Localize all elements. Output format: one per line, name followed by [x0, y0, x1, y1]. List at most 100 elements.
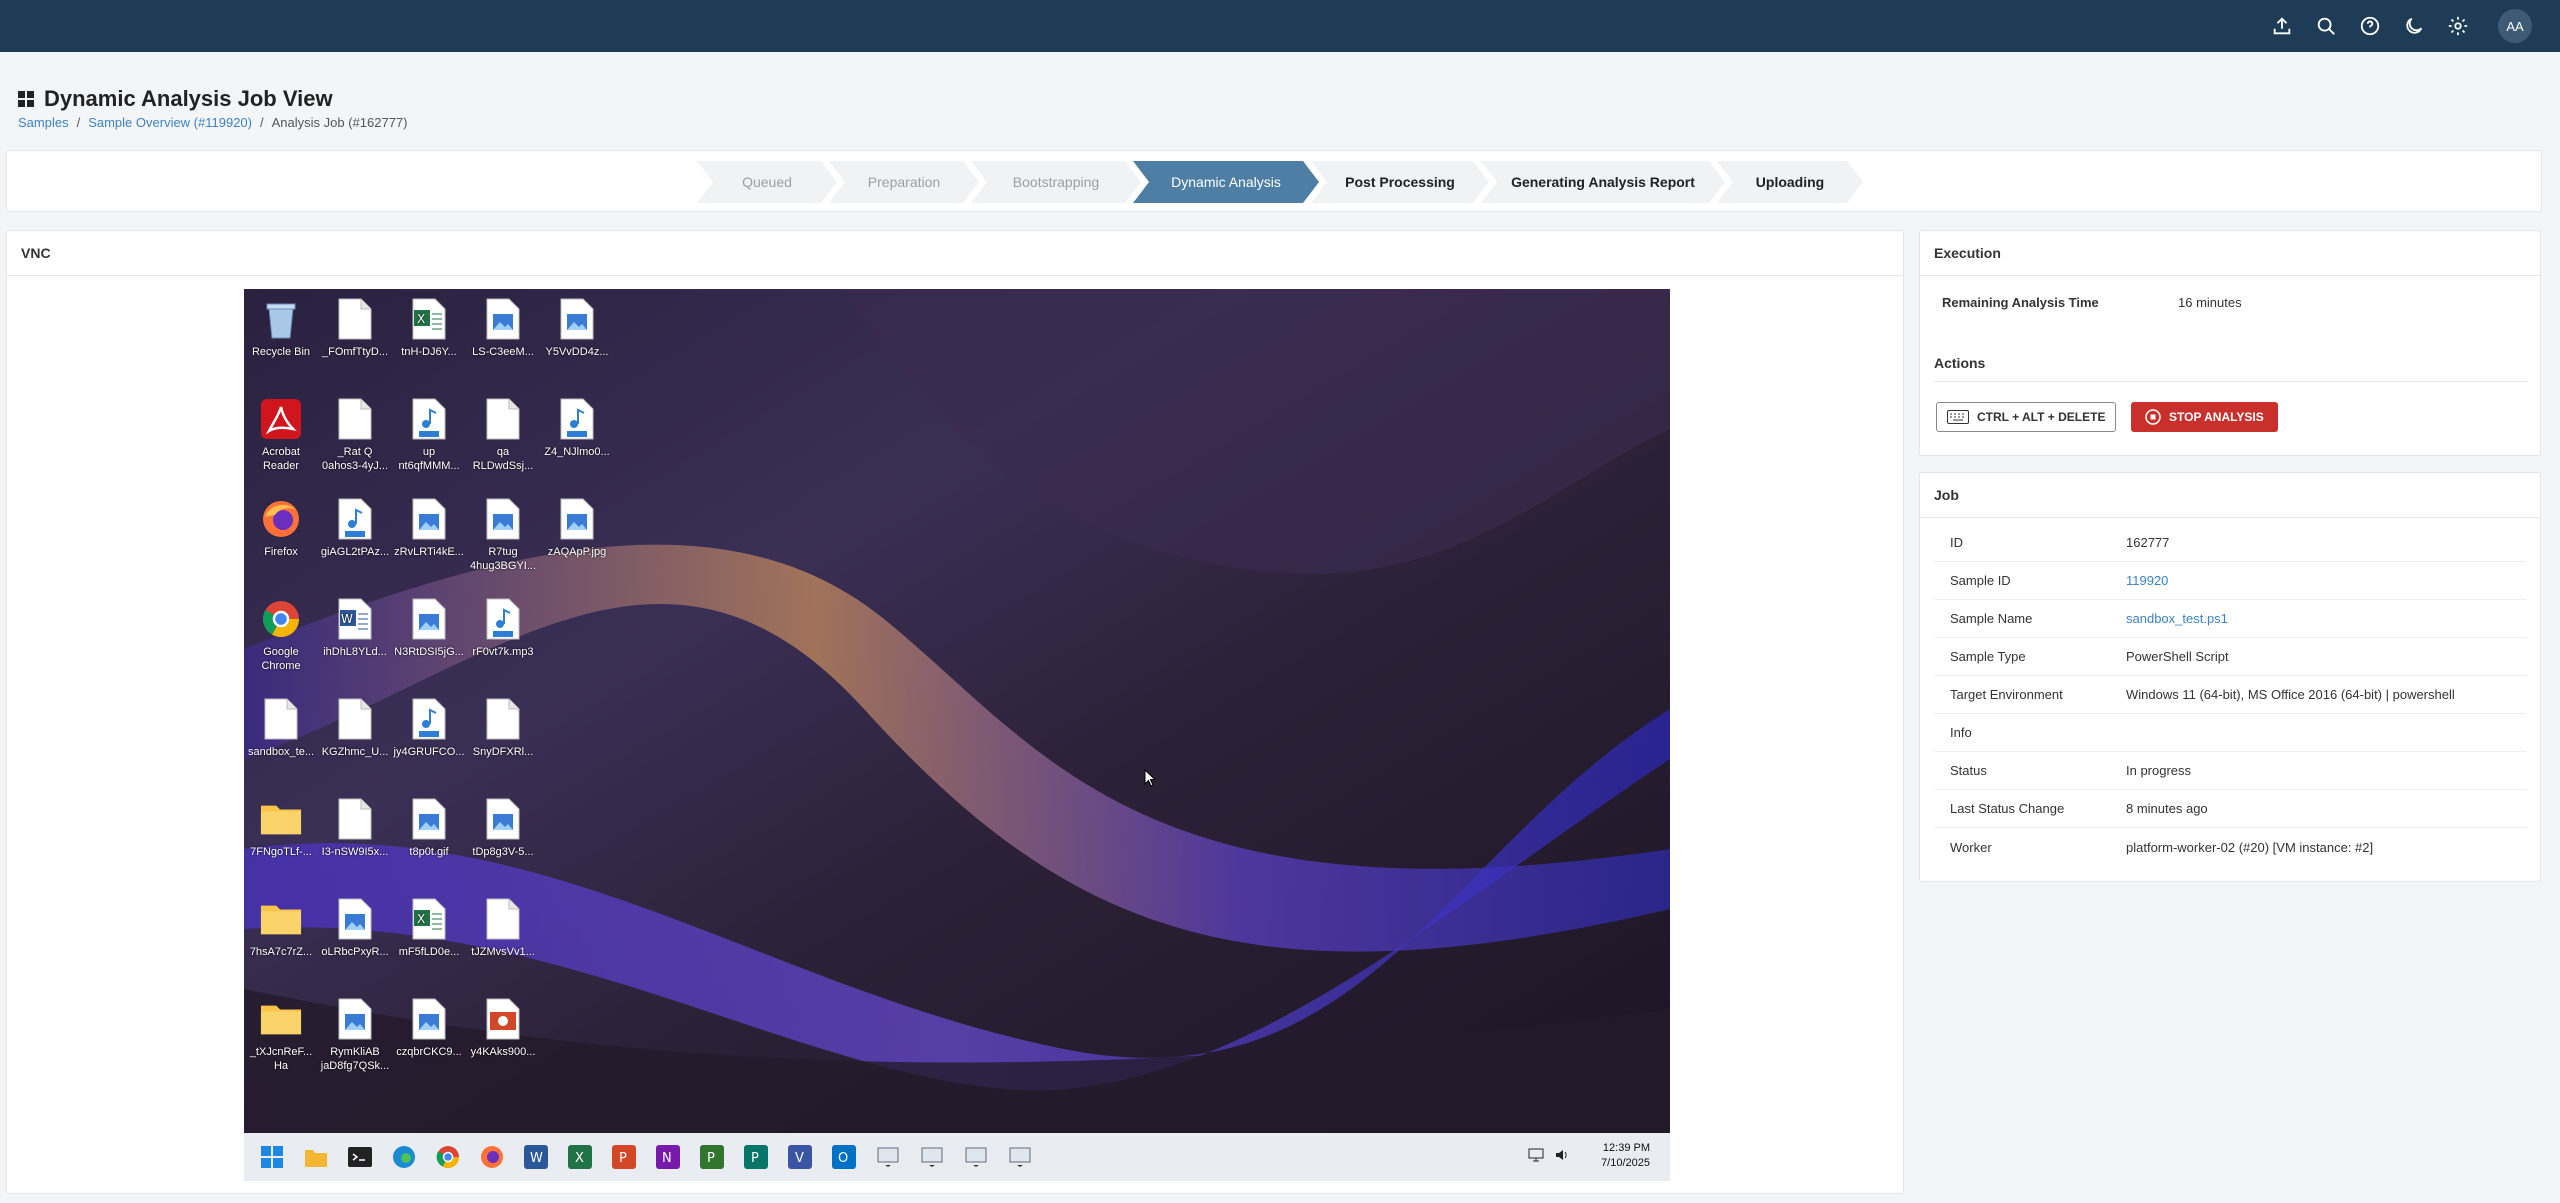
job-row-key: Sample ID: [1950, 573, 2011, 588]
publisher-app-icon[interactable]: P: [740, 1141, 772, 1173]
job-row-key: Sample Name: [1950, 611, 2033, 626]
desktop-icon-label: giAGL2tPAz...: [320, 546, 390, 558]
desktop-icon[interactable]: up nt6qfMMM...: [392, 397, 466, 473]
remaining-time-label: Remaining Analysis Time: [1942, 295, 2099, 310]
breadcrumb-samples[interactable]: Samples: [18, 115, 69, 130]
visio-app-icon[interactable]: V: [784, 1141, 816, 1173]
dark-mode-icon[interactable]: [2402, 14, 2426, 38]
desktop-icon[interactable]: y4KAks900...: [466, 997, 540, 1059]
outlook-app-icon[interactable]: O: [828, 1141, 860, 1173]
desktop-icon[interactable]: zRvLRTi4kE...: [392, 497, 466, 559]
sample-name-link[interactable]: sandbox_test.ps1: [2126, 611, 2228, 626]
desktop-icon[interactable]: _Rat Q 0ahos3-4yJ...: [318, 397, 392, 473]
svg-text:N: N: [662, 1151, 672, 1166]
desktop-icon[interactable]: XtnH-DJ6Y...: [392, 297, 466, 359]
desktop-icon[interactable]: RymKliAB jaD8fg7QSk...: [318, 997, 392, 1073]
step-post-processing: Post Processing: [1311, 161, 1489, 203]
svg-text:P: P: [751, 1151, 759, 1166]
user-avatar[interactable]: AA: [2498, 9, 2532, 43]
excel-app-icon[interactable]: X: [564, 1141, 596, 1173]
desktop-icon[interactable]: rF0vt7k.mp3: [466, 597, 540, 659]
taskbar-window-icon[interactable]: [916, 1141, 948, 1173]
desktop-icon[interactable]: Acrobat Reader: [244, 397, 318, 473]
desktop-icon[interactable]: Y5VvDD4z...: [540, 297, 614, 359]
project-app-icon[interactable]: P: [696, 1141, 728, 1173]
file-file-icon: [482, 897, 524, 941]
settings-gear-icon[interactable]: [2446, 14, 2470, 38]
job-row-info: Info: [1934, 714, 2526, 752]
job-row-key: Worker: [1950, 839, 1992, 855]
svg-text:W: W: [530, 1151, 543, 1166]
desktop-icon[interactable]: 7hsA7c7rZ...: [244, 897, 318, 959]
file-explorer-icon[interactable]: [300, 1141, 332, 1173]
network-icon[interactable]: [1528, 1147, 1544, 1163]
actions-heading: Actions: [1934, 355, 2528, 382]
word-app-icon[interactable]: W: [520, 1141, 552, 1173]
desktop-icon[interactable]: LS-C3eeM...: [466, 297, 540, 359]
stop-analysis-button[interactable]: STOP ANALYSIS: [2131, 402, 2278, 432]
firefox-browser-icon[interactable]: [476, 1141, 508, 1173]
desktop-icon[interactable]: sandbox_te...: [244, 697, 318, 759]
desktop-icon[interactable]: jy4GRUFCO...: [392, 697, 466, 759]
onenote-app-icon[interactable]: N: [652, 1141, 684, 1173]
taskbar-window-icon[interactable]: [960, 1141, 992, 1173]
desktop-icon-label: oLRbcPxyR...: [321, 946, 389, 958]
desktop-icon[interactable]: tDp8g3V-5...: [466, 797, 540, 859]
file-file-icon: [334, 397, 376, 441]
start-menu-icon[interactable]: [256, 1141, 288, 1173]
desktop-icon-label: LS-C3eeM...: [472, 346, 534, 358]
desktop-icon[interactable]: qa RLDwdSsj...: [466, 397, 540, 473]
desktop-icon[interactable]: Firefox: [244, 497, 318, 559]
help-icon[interactable]: [2358, 14, 2382, 38]
job-row-value: Windows 11 (64-bit), MS Office 2016 (64-…: [2126, 687, 2455, 702]
chrome-browser-icon[interactable]: [432, 1141, 464, 1173]
progress-stepper-card: Queued Preparation Bootstrapping Dynamic…: [6, 150, 2542, 212]
step-generating-analysis-report: Generating Analysis Report: [1481, 161, 1725, 203]
breadcrumb: Samples / Sample Overview (#119920) / An…: [18, 115, 407, 130]
powerpoint-app-icon[interactable]: P: [608, 1141, 640, 1173]
desktop-icon-label: Z4_NJlmo0...: [544, 446, 610, 458]
desktop-icon[interactable]: 7FNgoTLf-...: [244, 797, 318, 859]
desktop-icon[interactable]: N3RtDSI5jG...: [392, 597, 466, 659]
job-row-key: ID: [1950, 535, 1963, 550]
desktop-icon[interactable]: Google Chrome: [244, 597, 318, 673]
desktop-icon-label: Firefox: [264, 546, 298, 558]
system-clock[interactable]: 12:39 PM 7/10/2025: [1601, 1141, 1650, 1171]
desktop-icon[interactable]: R7tug 4hug3BGYI...: [466, 497, 540, 573]
audio-file-icon: [334, 497, 376, 541]
breadcrumb-sample-overview[interactable]: Sample Overview (#119920): [88, 115, 252, 130]
upload-icon[interactable]: [2270, 14, 2294, 38]
stop-analysis-label: STOP ANALYSIS: [2169, 410, 2264, 424]
desktop-icon[interactable]: XmF5fLD0e...: [392, 897, 466, 959]
desktop-icon[interactable]: Recycle Bin: [244, 297, 318, 359]
vnc-title: VNC: [7, 231, 1903, 276]
desktop-icon-label: N3RtDSI5jG...: [394, 646, 464, 658]
desktop-icon-label: zAQApP.jpg: [547, 546, 607, 558]
desktop-icon[interactable]: Z4_NJlmo0...: [540, 397, 614, 459]
desktop-icon[interactable]: SnyDFXRl...: [466, 697, 540, 759]
desktop-icon-label: zRvLRTi4kE...: [394, 546, 464, 558]
desktop-icon[interactable]: t8p0t.gif: [392, 797, 466, 859]
desktop-icon[interactable]: tJZMvsVv1...: [466, 897, 540, 959]
edge-browser-icon[interactable]: [388, 1141, 420, 1173]
vnc-screen[interactable]: Recycle Bin _FOmfTtyD... XtnH-DJ6Y... LS-C3…: [244, 289, 1670, 1181]
desktop-icon[interactable]: giAGL2tPAz...: [318, 497, 392, 559]
desktop-icon[interactable]: zAQApP.jpg: [540, 497, 614, 559]
ctrl-alt-delete-button[interactable]: CTRL + ALT + DELETE: [1936, 402, 2117, 432]
desktop-icon[interactable]: czqbrCKC9...: [392, 997, 466, 1059]
desktop-icon[interactable]: WihDhL8YLd...: [318, 597, 392, 659]
taskbar-window-icon[interactable]: [1004, 1141, 1036, 1173]
desktop-icon-label: rF0vt7k.mp3: [472, 646, 534, 658]
taskbar-window-icon[interactable]: [872, 1141, 904, 1173]
desktop-icon[interactable]: oLRbcPxyR...: [318, 897, 392, 959]
search-icon[interactable]: [2314, 14, 2338, 38]
job-title: Job: [1920, 473, 2540, 518]
desktop-icon[interactable]: I3-nSW9I5x...: [318, 797, 392, 859]
sample-id-link[interactable]: 119920: [2126, 573, 2168, 588]
page-title: Dynamic Analysis Job View: [44, 86, 333, 111]
volume-icon[interactable]: [1554, 1147, 1570, 1163]
terminal-icon[interactable]: [344, 1141, 376, 1173]
desktop-icon[interactable]: KGZhmc_U...: [318, 697, 392, 759]
desktop-icon[interactable]: _tXJcnReF... Ha: [244, 997, 318, 1073]
desktop-icon[interactable]: _FOmfTtyD...: [318, 297, 392, 359]
